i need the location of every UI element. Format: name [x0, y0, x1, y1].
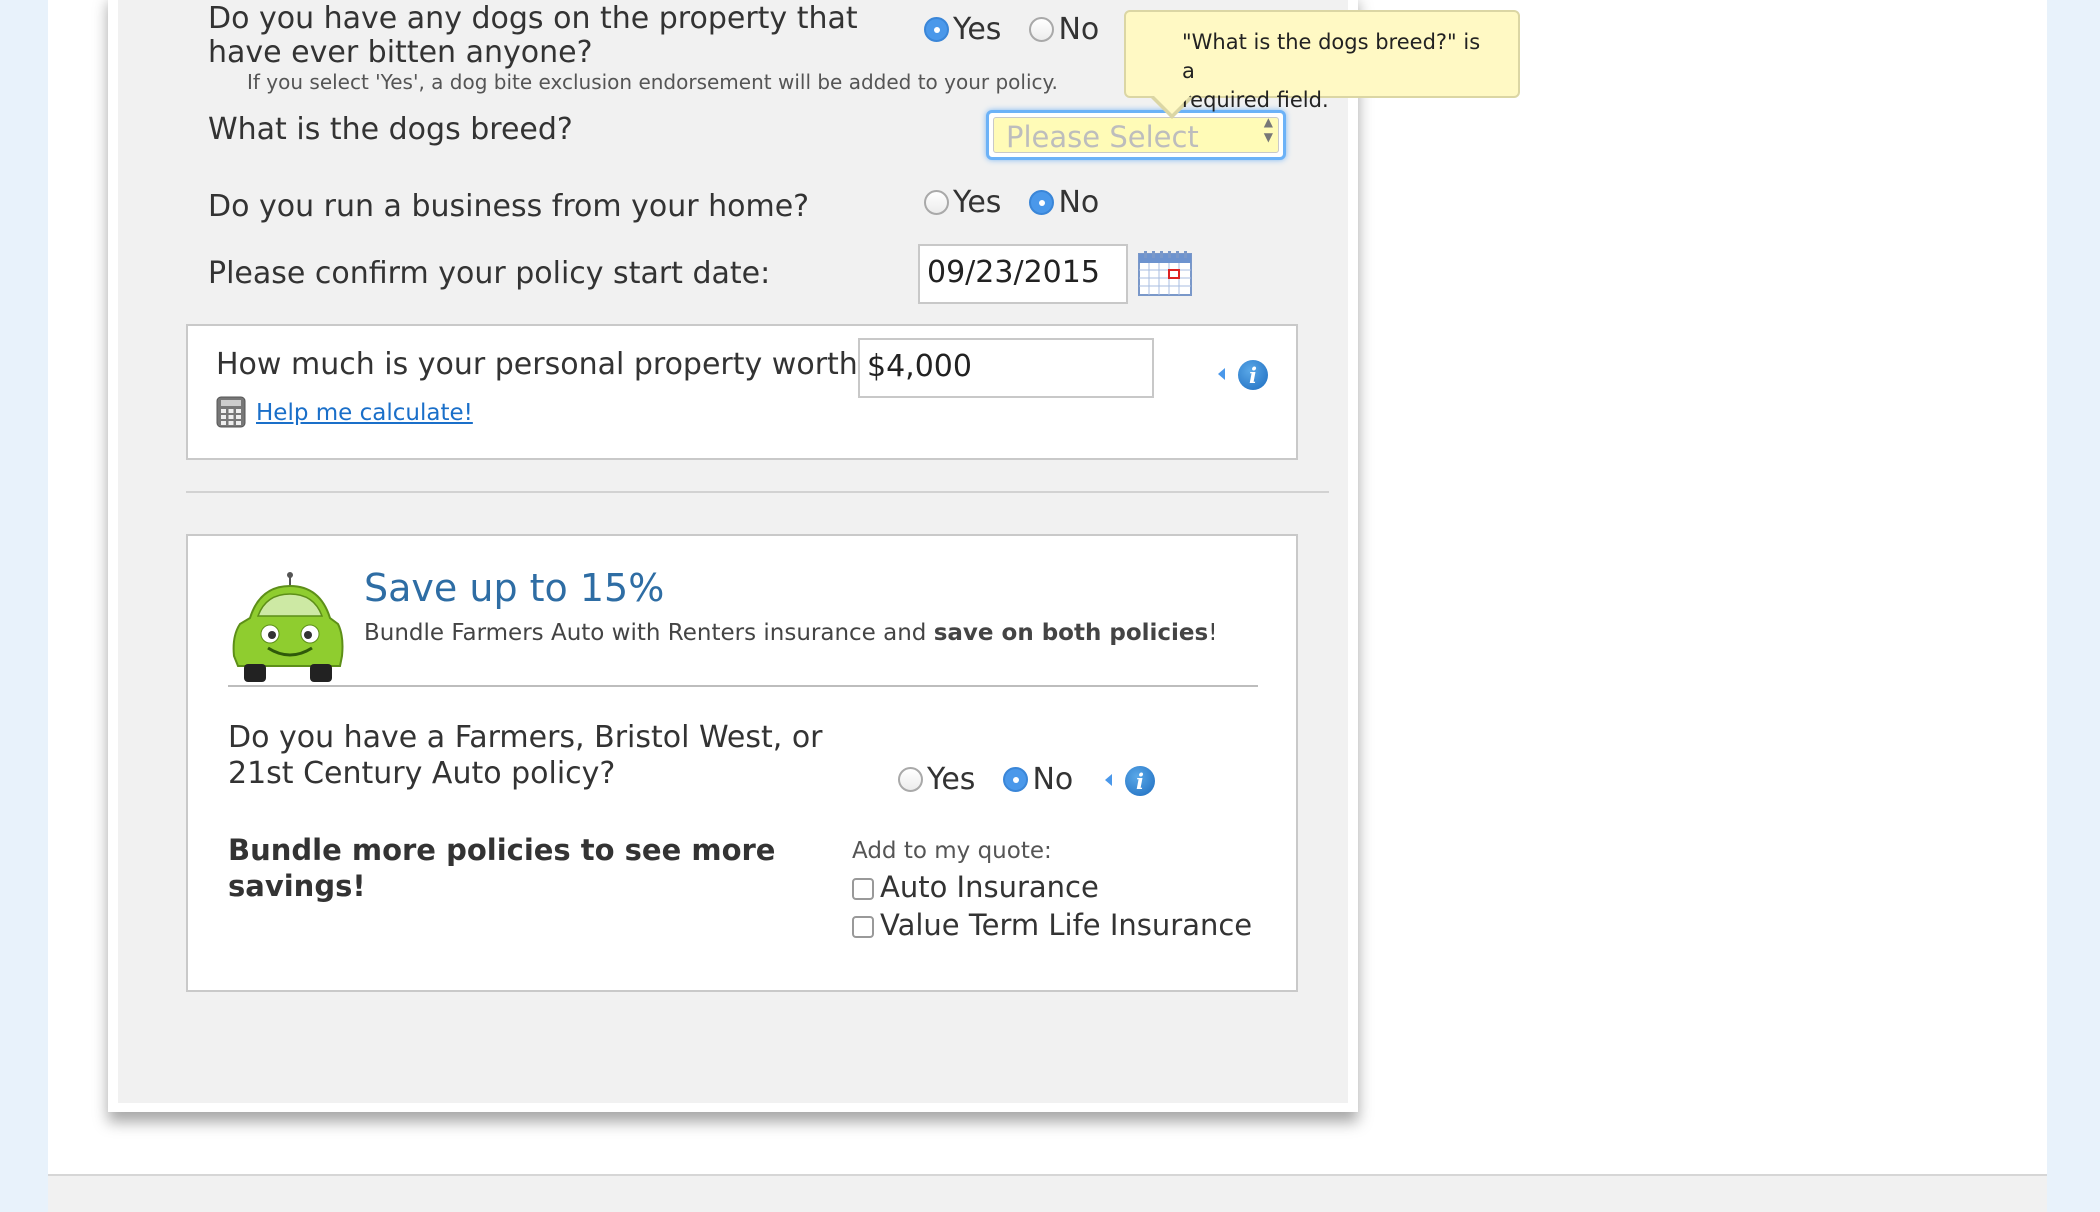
dog-breed-question: What is the dogs breed? [208, 112, 573, 147]
start-date-input[interactable]: 09/23/2015 [918, 244, 1128, 304]
dogs-bitten-question-line2: have ever bitten anyone? [208, 35, 593, 70]
dog-bite-note: If you select 'Yes', a dog bite exclusio… [247, 70, 1058, 94]
page-background: Do you have any dogs on the property tha… [48, 0, 2047, 1212]
dogs-bitten-no-radio[interactable] [1029, 17, 1055, 42]
auto-insurance-checkbox[interactable] [852, 878, 874, 900]
bundle-subtitle-end: ! [1208, 620, 1218, 646]
info-caret-icon [1218, 368, 1225, 380]
term-life-label[interactable]: Value Term Life Insurance [880, 908, 1252, 942]
dogs-bitten-radio-group: Yes No [924, 12, 1127, 47]
bundle-more-text: Bundle more policies to see more savings… [228, 832, 775, 904]
term-life-checkbox[interactable] [852, 916, 874, 938]
bundle-subtitle: Bundle Farmers Auto with Renters insuran… [364, 620, 1217, 646]
dogs-bitten-yes-label[interactable]: Yes [953, 12, 1001, 47]
business-no-radio[interactable] [1029, 190, 1055, 215]
personal-property-input[interactable]: $4,000 [858, 338, 1154, 398]
required-field-tooltip: "What is the dogs breed?" is a required … [1124, 10, 1520, 112]
calendar-icon[interactable] [1138, 250, 1192, 296]
bundle-more-line1: Bundle more policies to see more [228, 833, 776, 867]
personal-property-box: How much is your personal property worth… [186, 324, 1298, 460]
dog-breed-select-field[interactable]: Please Select [993, 117, 1279, 154]
bundle-box: Save up to 15% Bundle Farmers Auto with … [186, 534, 1298, 992]
bundle-subtitle-bold: save on both policies [933, 620, 1209, 646]
calculator-icon [216, 396, 246, 428]
dogs-bitten-question: Do you have any dogs on the property tha… [208, 2, 858, 70]
auto-policy-no-label[interactable]: No [1032, 762, 1073, 797]
tooltip-line2: required field. [1182, 88, 1329, 112]
info-icon[interactable]: i [1238, 360, 1268, 390]
dogs-bitten-yes-radio[interactable] [924, 17, 949, 42]
help-me-calculate-link[interactable]: Help me calculate! [256, 400, 473, 426]
business-yes-radio[interactable] [924, 190, 949, 215]
bundle-more-line2: savings! [228, 869, 366, 903]
tooltip-arrow-fill [1153, 95, 1191, 114]
tooltip-line1: "What is the dogs breed?" is a [1182, 30, 1481, 83]
start-date-question: Please confirm your policy start date: [208, 256, 771, 291]
form-card: Do you have any dogs on the property tha… [108, 0, 1358, 1112]
section-divider [186, 491, 1329, 493]
bundle-divider [228, 685, 1258, 687]
auto-policy-question: Do you have a Farmers, Bristol West, or … [228, 720, 823, 792]
auto-info-caret-icon [1105, 774, 1112, 786]
add-to-quote-label: Add to my quote: [852, 838, 1052, 864]
dogs-bitten-no-label[interactable]: No [1058, 12, 1099, 47]
business-question: Do you run a business from your home? [208, 189, 810, 224]
dog-breed-select[interactable]: Please Select ▲ ▼ [986, 110, 1286, 160]
business-no-label[interactable]: No [1058, 185, 1099, 220]
personal-property-question: How much is your personal property worth… [216, 347, 874, 382]
footer-band [48, 1174, 2047, 1212]
form-card-inner: Do you have any dogs on the property tha… [118, 0, 1348, 1103]
auto-policy-radio-group: Yes No [898, 762, 1101, 797]
business-yes-label[interactable]: Yes [953, 185, 1001, 220]
auto-policy-no-radio[interactable] [1003, 767, 1029, 792]
auto-info-icon[interactable]: i [1125, 766, 1155, 796]
auto-policy-question-line1: Do you have a Farmers, Bristol West, or [228, 720, 823, 755]
auto-insurance-label[interactable]: Auto Insurance [880, 870, 1099, 904]
dogs-bitten-question-line1: Do you have any dogs on the property tha… [208, 1, 858, 36]
auto-policy-yes-label[interactable]: Yes [927, 762, 975, 797]
bundle-subtitle-text: Bundle Farmers Auto with Renters insuran… [364, 620, 934, 646]
auto-policy-yes-radio[interactable] [898, 767, 923, 792]
green-car-icon [230, 572, 346, 684]
bundle-title: Save up to 15% [364, 566, 665, 610]
auto-policy-question-line2: 21st Century Auto policy? [228, 756, 616, 791]
select-arrows-icon: ▲ ▼ [1263, 115, 1273, 144]
business-radio-group: Yes No [924, 185, 1127, 220]
